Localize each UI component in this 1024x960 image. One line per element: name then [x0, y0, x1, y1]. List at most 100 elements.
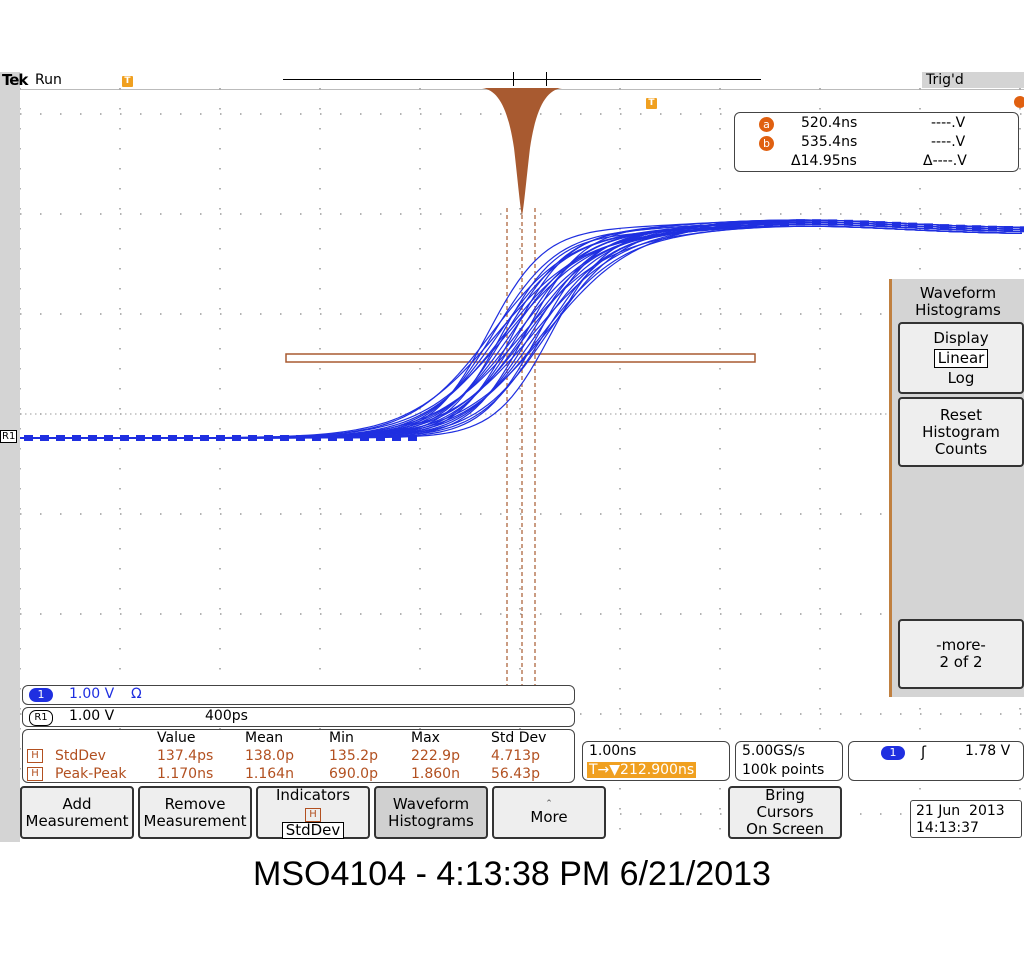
reference1-scale: 1.00 V — [69, 708, 115, 724]
reference1-time: 400ps — [205, 708, 248, 724]
record-view-bar — [283, 79, 761, 80]
trigger-source-badge: 1 — [881, 746, 905, 760]
channel1-badge: 1 — [29, 688, 53, 702]
linear-option[interactable]: Linear — [933, 348, 989, 368]
bring-line2: Cursors — [756, 803, 814, 821]
reset-line1: Reset — [940, 405, 982, 424]
more-label: More — [530, 807, 568, 826]
record-view-right-mark — [546, 72, 547, 86]
cursor-b-offscreen-icon — [1014, 96, 1024, 108]
indicators-selected: StdDev — [281, 821, 345, 839]
measurement-name: StdDev — [55, 748, 106, 764]
header-mean: Mean — [245, 730, 284, 746]
reference1-readout[interactable]: R1 1.00 V 400ps — [22, 707, 575, 727]
left-margin-strip — [0, 72, 20, 842]
header-std-dev: Std Dev — [491, 730, 547, 746]
remove-measurement-button[interactable]: Remove Measurement — [138, 786, 252, 839]
side-menu-title-line1: Waveform — [919, 284, 997, 302]
waveform-persistence — [24, 219, 1024, 441]
indicators-line1: Indicators — [275, 785, 351, 804]
measurement-name: Peak-Peak — [55, 766, 127, 782]
measurement-mean: 138.0p — [245, 748, 294, 764]
time-label: 14:13:37 — [916, 820, 979, 836]
bring-line3: On Screen — [746, 820, 824, 838]
measurement-table: Value Mean Min Max Std Dev H StdDev 137.… — [22, 729, 575, 783]
add-line1: Add — [62, 794, 92, 813]
sample-rate: 5.00GS/s — [742, 743, 805, 759]
measurement-value: 1.170ns — [157, 766, 214, 782]
side-menu-title-line2: Histograms — [915, 301, 1001, 319]
channel1-scale: 1.00 V — [69, 686, 115, 702]
more-menu-button[interactable]: -more- 2 of 2 — [898, 619, 1024, 689]
add-line2: Measurement — [25, 811, 129, 830]
trigger-point-icon: T — [646, 98, 657, 109]
header-max: Max — [411, 730, 440, 746]
indicators-button[interactable]: Indicators H StdDev — [256, 786, 370, 839]
header-value: Value — [157, 730, 196, 746]
waveform-display[interactable] — [20, 88, 1024, 840]
waveform-trace — [20, 225, 1023, 439]
measurement-value: 137.4ps — [157, 748, 214, 764]
waveform-histograms-line1: Waveform — [392, 794, 470, 813]
record-length: 100k points — [742, 762, 825, 778]
trigger-position: T→▼212.900ns — [587, 762, 697, 778]
more-line1: -more- — [936, 636, 986, 654]
histogram-source-icon: H — [27, 749, 43, 763]
header-min: Min — [329, 730, 354, 746]
date-label: 21 Jun 2013 — [916, 803, 1005, 819]
remove-line2: Measurement — [143, 811, 247, 830]
trigger-state: Trig'd — [922, 72, 1024, 88]
log-option[interactable]: Log — [900, 369, 1022, 387]
display-label: Display — [933, 328, 989, 347]
cursor-delta-time: Δ14.95ns — [791, 153, 857, 169]
ohm-icon: Ω — [131, 686, 142, 702]
reset-line3: Counts — [934, 439, 988, 458]
measurement-min: 135.2p — [329, 748, 378, 764]
datetime-display: 21 Jun 2013 14:13:37 — [910, 800, 1022, 838]
screenshot-caption: MSO4104 - 4:13:38 PM 6/21/2013 — [253, 855, 771, 893]
measurement-max: 1.860n — [411, 766, 460, 782]
waveform-trace — [20, 225, 1023, 439]
waveform-trace — [20, 223, 1023, 439]
measurement-std-dev: 56.43p — [491, 766, 540, 782]
record-view-left-mark — [513, 72, 514, 86]
cursor-a-volt: ----.V — [931, 115, 966, 131]
indicator-source-icon: H — [305, 807, 321, 822]
trigger-level: 1.78 V — [965, 743, 1011, 759]
add-measurement-button[interactable]: Add Measurement — [20, 786, 134, 839]
more-button[interactable]: ⌃ More — [492, 786, 606, 839]
measurement-min: 690.0p — [329, 766, 378, 782]
waveform-traces — [20, 219, 1023, 439]
bring-cursors-on-screen-button[interactable]: Bring Cursors On Screen — [728, 786, 842, 839]
reference-marker: R1 — [0, 430, 18, 443]
reset-histogram-counts-button[interactable]: Reset Histogram Counts — [898, 397, 1024, 467]
measurement-max: 222.9p — [411, 748, 460, 764]
measurement-mean: 1.164n — [245, 766, 294, 782]
cursor-b-time: 535.4ns — [801, 134, 858, 150]
cursor-delta-volt: Δ----.V — [923, 153, 967, 169]
reset-line2: Histogram — [922, 422, 1000, 441]
trigger-position-icon: T — [122, 76, 133, 87]
waveform-histograms-line2: Histograms — [388, 811, 474, 830]
timebase-scale: 1.00ns — [589, 743, 637, 759]
waveform-histograms-button[interactable]: Waveform Histograms — [374, 786, 488, 839]
waveform-trace — [20, 225, 1023, 439]
measurement-std-dev: 4.713p — [491, 748, 540, 764]
waveform-trace — [20, 225, 1023, 439]
waveform-trace — [20, 225, 1023, 439]
brand-logo: Tek — [2, 71, 28, 89]
channel1-readout[interactable]: 1 1.00 V Ω — [22, 685, 575, 705]
bring-line1: Bring — [765, 786, 805, 804]
timebase-readout[interactable]: 1.00ns T→▼212.900ns — [582, 741, 730, 781]
cursor-readout: a b 520.4ns ----.V 535.4ns ----.V Δ14.95… — [734, 112, 1019, 172]
cursor-b-icon: b — [759, 136, 774, 151]
acquisition-status: Run — [35, 72, 62, 88]
waveform-trace — [20, 225, 1023, 439]
display-mode-button[interactable]: Display Linear Log — [898, 322, 1024, 394]
waveform-histogram — [482, 88, 562, 216]
acquisition-readout[interactable]: 5.00GS/s 100k points — [735, 741, 843, 781]
cursor-b-volt: ----.V — [931, 134, 966, 150]
reference1-badge: R1 — [29, 710, 53, 726]
trigger-readout[interactable]: 1 ʃ 1.78 V — [848, 741, 1024, 781]
remove-line1: Remove — [164, 794, 226, 813]
